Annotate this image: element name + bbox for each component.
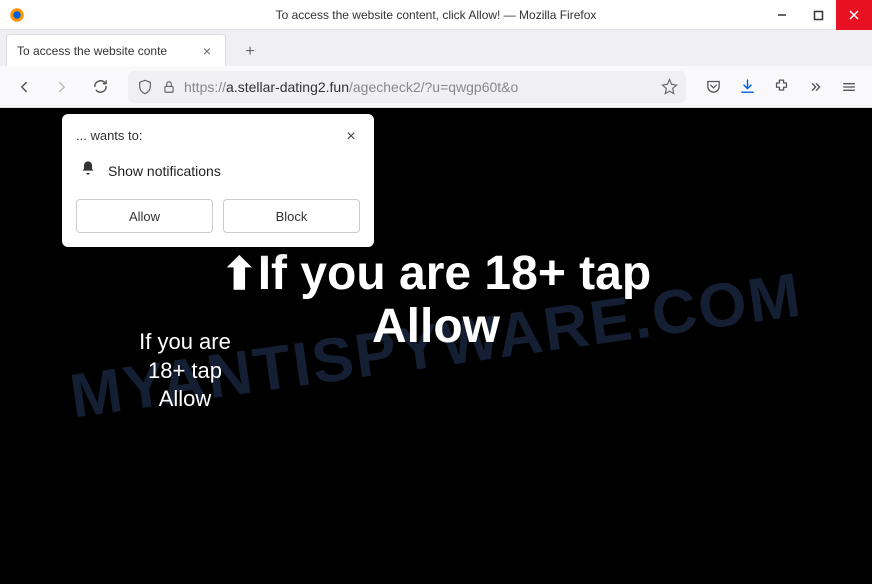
maximize-button[interactable] — [800, 0, 836, 30]
tab-title: To access the website conte — [17, 44, 199, 58]
tab-bar: To access the website conte × + — [0, 30, 872, 66]
url-text: https://a.stellar-dating2.fun/agecheck2/… — [184, 79, 654, 95]
new-tab-button[interactable]: + — [236, 38, 264, 66]
lock-icon[interactable] — [160, 78, 178, 96]
window-controls — [764, 0, 872, 30]
browser-tab[interactable]: To access the website conte × — [6, 34, 226, 66]
tab-close-icon[interactable]: × — [199, 43, 215, 59]
minimize-button[interactable] — [764, 0, 800, 30]
reload-button[interactable] — [84, 71, 116, 103]
block-button[interactable]: Block — [223, 199, 360, 233]
download-icon[interactable] — [732, 72, 762, 102]
star-icon[interactable] — [660, 78, 678, 96]
notification-close-icon[interactable]: × — [342, 128, 360, 146]
overflow-icon[interactable] — [800, 72, 830, 102]
bell-icon — [80, 160, 96, 181]
url-bar[interactable]: https://a.stellar-dating2.fun/agecheck2/… — [128, 71, 686, 103]
arrow-up-icon: ⬆ — [221, 251, 258, 299]
notification-text: Show notifications — [108, 163, 221, 179]
firefox-icon — [8, 6, 26, 24]
notification-origin: ... wants to: — [76, 128, 142, 143]
back-button[interactable] — [8, 71, 40, 103]
toolbar-right-icons — [698, 72, 864, 102]
pocket-icon[interactable] — [698, 72, 728, 102]
sub-message: If you are 18+ tap Allow — [130, 328, 240, 414]
close-button[interactable] — [836, 0, 872, 30]
window-titlebar: To access the website content, click All… — [0, 0, 872, 30]
browser-toolbar: https://a.stellar-dating2.fun/agecheck2/… — [0, 66, 872, 108]
forward-button[interactable] — [46, 71, 78, 103]
main-message: ⬆If you are 18+ tap Allow — [221, 248, 651, 354]
extensions-icon[interactable] — [766, 72, 796, 102]
window-title: To access the website content, click All… — [276, 8, 597, 22]
allow-button[interactable]: Allow — [76, 199, 213, 233]
page-content: MYANTISPYWARE.COM ⬆If you are 18+ tap Al… — [0, 108, 872, 584]
menu-icon[interactable] — [834, 72, 864, 102]
shield-icon[interactable] — [136, 78, 154, 96]
notification-permission-popup: ... wants to: × Show notifications Allow… — [62, 114, 374, 247]
